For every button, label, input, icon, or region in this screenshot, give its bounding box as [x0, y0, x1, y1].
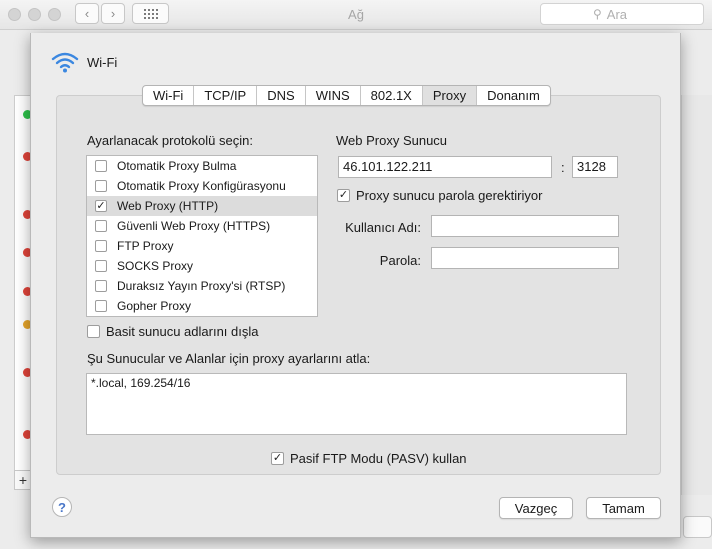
bypass-label: Şu Sunucular ve Alanlar için proxy ayarl… — [87, 351, 371, 366]
proxy-address-field[interactable]: 46.101.122.211 — [338, 156, 552, 178]
search-icon: ⚲ — [593, 7, 602, 21]
protocol-label: SOCKS Proxy — [117, 259, 194, 273]
password-label: Parola: — [379, 253, 421, 268]
pasv-label: Pasif FTP Modu (PASV) kullan — [290, 451, 467, 466]
protocol-list: Otomatik Proxy Bulma Otomatik Proxy Konf… — [86, 155, 318, 317]
interface-name: Wi-Fi — [87, 54, 118, 70]
protocol-checkbox[interactable] — [95, 280, 107, 292]
server-title: Web Proxy Sunucu — [336, 133, 448, 148]
protocol-row-auto-discovery[interactable]: Otomatik Proxy Bulma — [87, 156, 317, 176]
protocol-label: FTP Proxy — [117, 239, 174, 253]
protocol-checkbox[interactable] — [95, 300, 107, 312]
protocol-row-socks[interactable]: SOCKS Proxy — [87, 256, 317, 276]
bypass-textarea[interactable]: *.local, 169.254/16 — [86, 373, 627, 435]
ok-button[interactable]: Tamam — [586, 497, 661, 519]
background-right-panel — [681, 95, 712, 495]
password-required-checkbox[interactable]: ✓ — [337, 189, 350, 202]
protocol-label: Güvenli Web Proxy (HTTPS) — [117, 219, 271, 233]
tab-bar: Wi-Fi TCP/IP DNS WINS 802.1X Proxy Donan… — [142, 85, 551, 106]
protocol-row-auto-config[interactable]: Otomatik Proxy Konfigürasyonu — [87, 176, 317, 196]
wifi-icon — [51, 52, 79, 73]
password-required-option[interactable]: ✓ Proxy sunucu parola gerektiriyor — [337, 188, 542, 203]
background-button[interactable] — [683, 516, 712, 538]
sheet-header: Wi-Fi — [51, 51, 117, 73]
proxy-port-field[interactable]: 3128 — [572, 156, 618, 178]
protocol-list-title: Ayarlanacak protokolü seçin: — [87, 133, 253, 148]
question-mark-icon: ? — [58, 499, 66, 515]
protocol-checkbox[interactable] — [95, 160, 107, 172]
tab-wins[interactable]: WINS — [306, 86, 361, 105]
tab-tcpip[interactable]: TCP/IP — [194, 86, 258, 105]
protocol-checkbox[interactable] — [95, 260, 107, 272]
tab-wifi[interactable]: Wi-Fi — [143, 86, 195, 105]
username-label: Kullanıcı Adı: — [345, 220, 421, 235]
protocol-label: Gopher Proxy — [117, 299, 192, 313]
protocol-label: Web Proxy (HTTP) — [117, 199, 219, 213]
cancel-button[interactable]: Vazgeç — [499, 497, 573, 519]
protocol-row-gopher[interactable]: Gopher Proxy — [87, 296, 317, 316]
protocol-row-ftp[interactable]: FTP Proxy — [87, 236, 317, 256]
tab-hardware[interactable]: Donanım — [477, 86, 550, 105]
protocol-row-http[interactable]: ✓ Web Proxy (HTTP) — [87, 196, 317, 216]
search-field[interactable]: ⚲ Ara — [540, 3, 704, 25]
protocol-checkbox[interactable]: ✓ — [95, 200, 107, 212]
exclude-simple-label: Basit sunucu adlarını dışla — [106, 324, 259, 339]
protocol-checkbox[interactable] — [95, 240, 107, 252]
protocol-checkbox[interactable] — [95, 180, 107, 192]
protocol-row-https[interactable]: Güvenli Web Proxy (HTTPS) — [87, 216, 317, 236]
protocol-row-rtsp[interactable]: Duraksız Yayın Proxy'si (RTSP) — [87, 276, 317, 296]
protocol-label: Otomatik Proxy Konfigürasyonu — [117, 179, 286, 193]
tab-8021x[interactable]: 802.1X — [361, 86, 423, 105]
window-titlebar: ‹ › Ağ ⚲ Ara — [0, 0, 712, 30]
proxy-sheet: Wi-Fi Wi-Fi TCP/IP DNS WINS 802.1X Proxy… — [30, 33, 681, 538]
protocol-label: Otomatik Proxy Bulma — [117, 159, 237, 173]
tab-proxy[interactable]: Proxy — [422, 86, 478, 105]
exclude-simple-hostnames[interactable]: Basit sunucu adlarını dışla — [87, 324, 258, 339]
help-button[interactable]: ? — [52, 497, 72, 517]
password-field[interactable] — [431, 247, 619, 269]
tab-dns[interactable]: DNS — [257, 86, 306, 105]
username-field[interactable] — [431, 215, 619, 237]
protocol-label: Duraksız Yayın Proxy'si (RTSP) — [117, 279, 286, 293]
port-separator: : — [561, 160, 565, 175]
protocol-checkbox[interactable] — [95, 220, 107, 232]
password-required-label: Proxy sunucu parola gerektiriyor — [356, 188, 543, 203]
search-placeholder: Ara — [606, 6, 628, 22]
exclude-simple-checkbox[interactable] — [87, 325, 100, 338]
pasv-checkbox[interactable]: ✓ — [271, 452, 284, 465]
pasv-option[interactable]: ✓ Pasif FTP Modu (PASV) kullan — [271, 451, 467, 466]
